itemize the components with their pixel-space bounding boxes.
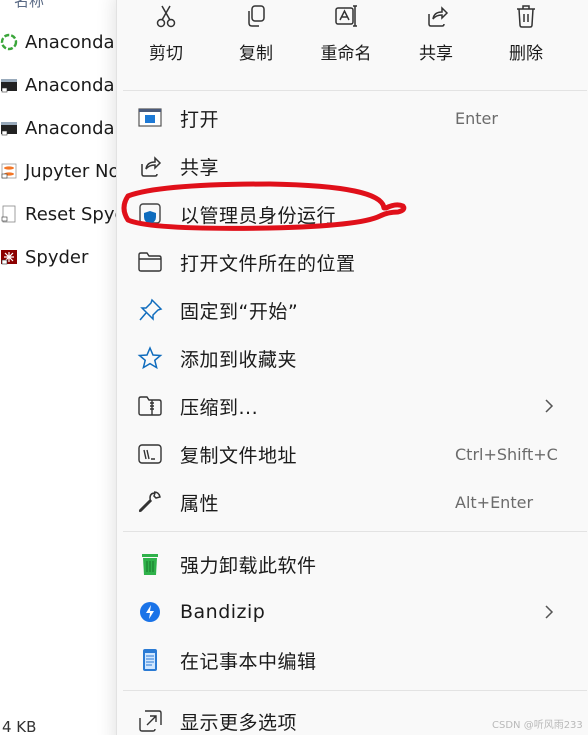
open-app-icon <box>137 106 163 130</box>
menu-item-label: 在记事本中编辑 <box>180 650 317 673</box>
menu-item-label: 显示更多选项 <box>180 711 298 734</box>
delete-label: 删除 <box>509 44 543 64</box>
cut-label: 剪切 <box>149 44 183 64</box>
anaconda-prompt-icon <box>0 76 18 94</box>
file-item-reset-spyder[interactable]: Reset Spyc <box>0 199 120 229</box>
file-label: Anaconda <box>25 74 115 96</box>
shortcut-hint: Alt+Enter <box>455 492 534 512</box>
menu-separator <box>123 90 587 91</box>
cut-button[interactable]: 剪切 <box>125 1 207 67</box>
jupyter-icon <box>0 162 18 180</box>
uninstall-trash-icon <box>137 552 163 576</box>
wrench-icon <box>137 490 163 514</box>
red-annotation-circle <box>121 181 407 231</box>
file-item-spyder[interactable]: Spyder <box>0 242 120 272</box>
menu-item-label: 添加到收藏夹 <box>180 348 298 371</box>
shortcut-hint: Ctrl+Shift+C <box>455 444 558 464</box>
menu-item-copy-path[interactable]: 复制文件地址 Ctrl+Shift+C <box>121 433 587 475</box>
menu-item-compress-to[interactable]: 压缩到... <box>121 385 587 427</box>
zip-folder-icon <box>137 394 163 418</box>
context-menu-toolbar: 剪切 复制 重命名 共享 删除 <box>117 1 588 71</box>
menu-item-pin-to-start[interactable]: 固定到“开始” <box>121 289 587 331</box>
share-icon <box>423 3 449 29</box>
folder-icon <box>137 250 163 274</box>
file-label: Anaconda <box>25 117 115 139</box>
file-label: Jupyter No <box>25 160 120 182</box>
menu-item-open-location[interactable]: 打开文件所在的位置 <box>121 241 587 283</box>
menu-separator <box>123 690 587 691</box>
spyder-icon <box>0 248 18 266</box>
delete-icon <box>513 3 539 29</box>
rename-button[interactable]: 重命名 <box>305 1 387 67</box>
menu-item-label: Bandizip <box>180 601 266 623</box>
menu-item-label: 强力卸载此软件 <box>180 554 317 577</box>
menu-item-label: 共享 <box>180 156 220 179</box>
menu-item-edit-in-notepad[interactable]: 在记事本中编辑 <box>121 639 587 681</box>
menu-item-label: 打开文件所在的位置 <box>180 252 356 275</box>
file-item-anaconda-navigator[interactable]: Anaconda <box>0 27 120 57</box>
menu-item-label: 固定到“开始” <box>180 300 299 323</box>
reset-spyder-icon <box>0 205 18 223</box>
file-label: Reset Spyc <box>25 203 120 225</box>
cut-icon <box>153 3 179 29</box>
menu-item-open[interactable]: 打开 Enter <box>121 97 587 139</box>
share-label: 共享 <box>419 44 453 64</box>
anaconda-powershell-icon <box>0 119 18 137</box>
column-header-name: 名称 <box>14 0 45 10</box>
show-more-icon <box>137 709 163 733</box>
file-label: Anaconda <box>25 31 115 53</box>
anaconda-navigator-icon <box>0 33 18 51</box>
menu-item-force-uninstall[interactable]: 强力卸载此软件 <box>121 543 587 585</box>
chevron-right-icon <box>543 398 555 414</box>
delete-button[interactable]: 删除 <box>485 1 567 67</box>
rename-label: 重命名 <box>320 44 372 64</box>
copy-icon <box>243 3 269 29</box>
chevron-right-icon <box>543 604 555 620</box>
copy-label: 复制 <box>239 44 273 64</box>
watermark: CSDN @听风雨233 <box>492 720 583 731</box>
menu-item-label: 打开 <box>180 108 220 131</box>
menu-separator <box>123 531 587 532</box>
share-icon <box>137 154 163 178</box>
notepad-icon <box>137 648 163 672</box>
shortcut-hint: Enter <box>455 108 498 128</box>
menu-item-label: 复制文件地址 <box>180 444 298 467</box>
menu-item-properties[interactable]: 属性 Alt+Enter <box>121 481 587 523</box>
file-item-anaconda-prompt[interactable]: Anaconda <box>0 70 120 100</box>
menu-item-label: 压缩到... <box>180 396 259 419</box>
menu-item-add-to-favorites[interactable]: 添加到收藏夹 <box>121 337 587 379</box>
file-item-jupyter[interactable]: Jupyter No <box>0 156 120 186</box>
context-menu: 剪切 复制 重命名 共享 删除 打开 Enter 共享 以管理员身份运行 打开文… <box>116 0 588 735</box>
rename-icon <box>333 3 359 29</box>
pin-icon <box>137 298 163 322</box>
bandizip-icon <box>137 600 163 624</box>
share-button[interactable]: 共享 <box>395 1 477 67</box>
copy-path-icon <box>137 442 163 466</box>
file-size-fragment: 4 KB <box>2 718 37 735</box>
menu-item-label: 属性 <box>180 492 220 515</box>
file-item-anaconda-powershell[interactable]: Anaconda <box>0 113 120 143</box>
copy-button[interactable]: 复制 <box>215 1 297 67</box>
file-label: Spyder <box>25 246 89 268</box>
star-icon <box>137 346 163 370</box>
menu-item-bandizip[interactable]: Bandizip <box>121 591 587 633</box>
